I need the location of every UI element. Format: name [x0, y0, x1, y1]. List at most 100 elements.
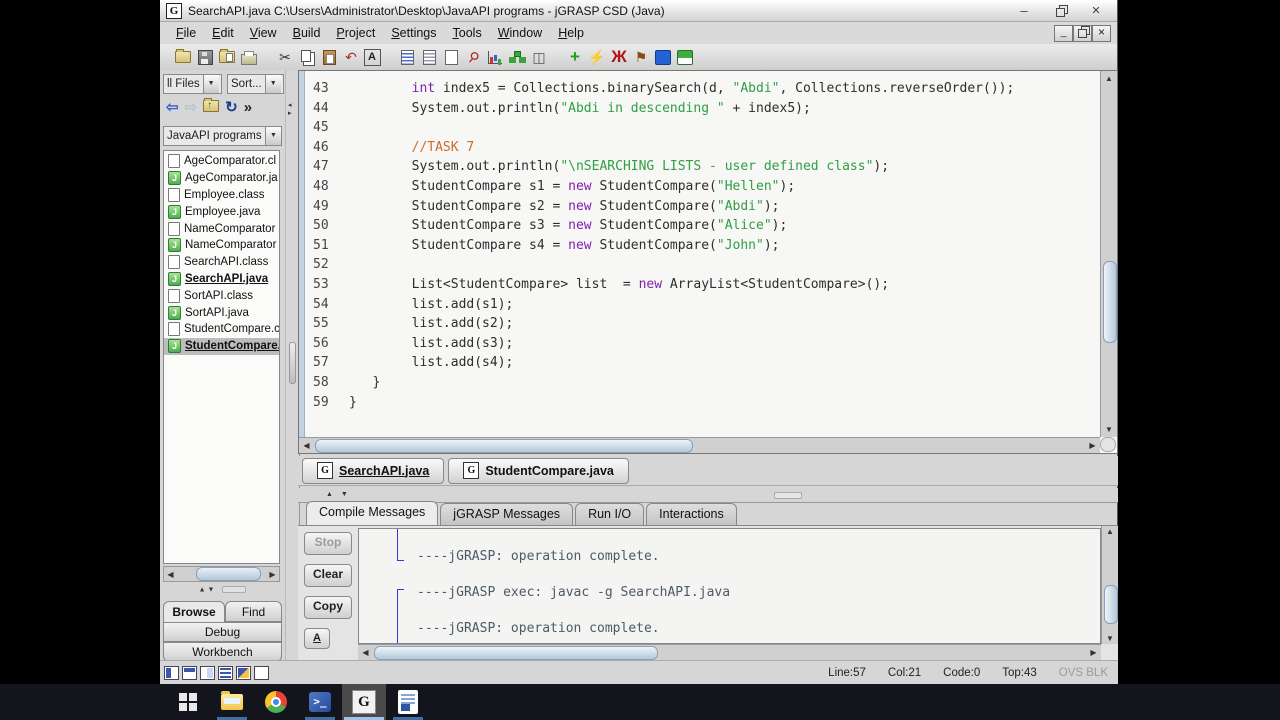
pin-icon[interactable]: ⚲	[460, 44, 487, 71]
scroll-up-icon[interactable]: ▲	[1101, 72, 1117, 85]
editor-tab-searchapi-java[interactable]: G SearchAPI.java	[302, 457, 445, 484]
file-item[interactable]: J NameComparator	[164, 237, 279, 254]
code-line[interactable]: list.add(s1);	[349, 295, 514, 315]
scroll-down-icon[interactable]: ▼	[1101, 423, 1117, 436]
scroll-thumb[interactable]	[315, 439, 694, 453]
powershell-icon[interactable]: >_	[298, 684, 342, 720]
save-as-icon[interactable]	[218, 48, 237, 67]
complexity-profile-icon[interactable]	[486, 48, 505, 67]
blue-window-icon[interactable]	[654, 48, 673, 67]
paste-icon[interactable]	[320, 48, 339, 67]
menu-window[interactable]: Window	[490, 24, 550, 42]
project-dropdown[interactable]: JavaAPI programs ▼	[163, 126, 282, 146]
scroll-right-icon[interactable]: ▶	[266, 570, 279, 579]
editor-vscrollbar[interactable]: ▲ ▼	[1100, 71, 1117, 437]
pane-resize-arrows[interactable]: ▲ ▼	[160, 586, 285, 598]
back-icon[interactable]: ⇦	[166, 100, 179, 116]
file-item[interactable]: J Employee.java	[164, 203, 279, 220]
tab-interactions[interactable]: Interactions	[646, 503, 737, 525]
scroll-left-icon[interactable]: ◀	[164, 570, 177, 579]
menu-build[interactable]: Build	[285, 24, 329, 42]
layout-icon[interactable]	[254, 665, 269, 680]
up-folder-icon[interactable]	[203, 98, 220, 116]
layout-icon[interactable]	[164, 665, 179, 680]
code-line[interactable]: System.out.println("Abdi in descending "…	[349, 99, 811, 119]
run-icon[interactable]: ⚡	[588, 48, 607, 67]
scroll-right-icon[interactable]: ▶	[1087, 645, 1100, 660]
code-editor[interactable]: 43 44 45 46 47 48 49 50 51 52 53 54 55 56 57 58 59 int i…	[298, 70, 1118, 454]
start-button[interactable]	[166, 684, 210, 720]
scroll-left-icon[interactable]: ◀	[359, 645, 372, 660]
file-item[interactable]: J StudentCompare.j	[164, 337, 279, 355]
cut-icon[interactable]: ✂	[276, 48, 295, 67]
menu-edit[interactable]: Edit	[204, 24, 242, 42]
tab-compile-messages[interactable]: Compile Messages	[306, 501, 439, 525]
copy-button[interactable]: Copy	[304, 596, 352, 619]
menu-help[interactable]: Help	[550, 24, 592, 42]
code-line[interactable]: }	[349, 393, 357, 413]
debug-icon[interactable]: Ж	[610, 47, 629, 67]
menu-project[interactable]: Project	[328, 24, 383, 42]
applet-viewer-icon[interactable]: ⚑	[632, 48, 651, 67]
new-file-icon[interactable]	[442, 48, 461, 67]
file-item[interactable]: StudentCompare.c	[164, 321, 279, 338]
divider-arrows-icon[interactable]: ▲ ▼	[326, 491, 351, 498]
code-line[interactable]: list.add(s2);	[349, 314, 514, 334]
mdi-minimize-button[interactable]: _	[1054, 24, 1073, 42]
code-line[interactable]: StudentCompare s2 = new StudentCompare("…	[349, 197, 780, 217]
divider-grip[interactable]	[773, 492, 802, 499]
splitter-grip[interactable]	[289, 342, 296, 385]
tab-debug[interactable]: Debug	[163, 622, 282, 642]
code-line[interactable]: StudentCompare s3 = new StudentCompare("…	[349, 216, 788, 236]
splitter-arrows-icon[interactable]: ◂ ▸	[288, 102, 292, 118]
file-item[interactable]: NameComparator	[164, 220, 279, 237]
sort-dropdown[interactable]: Sort... ▼	[227, 74, 284, 94]
file-item[interactable]: SearchAPI.class	[164, 254, 279, 271]
copy-icon[interactable]	[298, 48, 317, 67]
file-list-hscrollbar[interactable]: ◀ ▶	[163, 566, 280, 582]
scroll-up-icon[interactable]: ▲	[1102, 527, 1118, 536]
scroll-thumb[interactable]	[1103, 260, 1117, 344]
forward-icon[interactable]: ⇨	[185, 100, 198, 116]
font-button[interactable]: A	[304, 628, 330, 649]
code-line[interactable]: StudentCompare s4 = new StudentCompare("…	[349, 236, 780, 256]
editor-hscrollbar[interactable]: ◀ ▶	[299, 437, 1100, 453]
code-line[interactable]: }	[349, 373, 380, 393]
chrome-icon[interactable]	[254, 684, 298, 720]
documentation-icon[interactable]: ◫	[530, 48, 549, 67]
close-button[interactable]: ×	[1087, 2, 1105, 19]
layout-icon[interactable]	[200, 665, 215, 680]
tab-workbench[interactable]: Workbench	[163, 642, 282, 662]
font-icon[interactable]: A	[363, 48, 381, 66]
uml-icon[interactable]	[508, 48, 527, 67]
scroll-left-icon[interactable]: ◀	[300, 438, 313, 453]
scroll-right-icon[interactable]: ▶	[1086, 438, 1099, 453]
code-line[interactable]: //TASK 7	[349, 138, 475, 158]
mdi-restore-button[interactable]	[1073, 24, 1092, 42]
scroll-thumb[interactable]	[1104, 585, 1118, 624]
print-icon[interactable]	[240, 48, 259, 67]
refresh-icon[interactable]: ↻	[225, 100, 238, 116]
files-filter-dropdown[interactable]: ll Files ▼	[163, 74, 222, 94]
undo-icon[interactable]: ↶	[342, 48, 361, 67]
compile-icon[interactable]: +	[566, 47, 585, 67]
menu-view[interactable]: View	[242, 24, 285, 42]
minimize-button[interactable]: –	[1015, 3, 1033, 19]
save-file-icon[interactable]	[196, 48, 215, 67]
more-icon[interactable]: »	[244, 100, 252, 116]
code-line[interactable]: System.out.println("\nSEARCHING LISTS - …	[349, 157, 889, 177]
tab-find[interactable]: Find	[225, 601, 282, 622]
editor-tab-studentcompare-java[interactable]: G StudentCompare.java	[448, 457, 629, 484]
pane-grip[interactable]	[222, 586, 247, 593]
tab-run-i-o[interactable]: Run I/O	[575, 503, 645, 525]
scroll-thumb[interactable]	[196, 567, 262, 581]
code-line[interactable]: List<StudentCompare> list = new ArrayLis…	[349, 275, 889, 295]
remove-csd-icon[interactable]	[420, 48, 439, 67]
layout-icon[interactable]	[182, 665, 197, 680]
generate-csd-icon[interactable]	[398, 48, 417, 67]
jgrasp-icon[interactable]: G	[342, 684, 386, 720]
file-explorer-icon[interactable]	[210, 684, 254, 720]
menu-settings[interactable]: Settings	[383, 24, 444, 42]
file-item[interactable]: J SortAPI.java	[164, 304, 279, 321]
code-line[interactable]: StudentCompare s1 = new StudentCompare("…	[349, 177, 796, 197]
